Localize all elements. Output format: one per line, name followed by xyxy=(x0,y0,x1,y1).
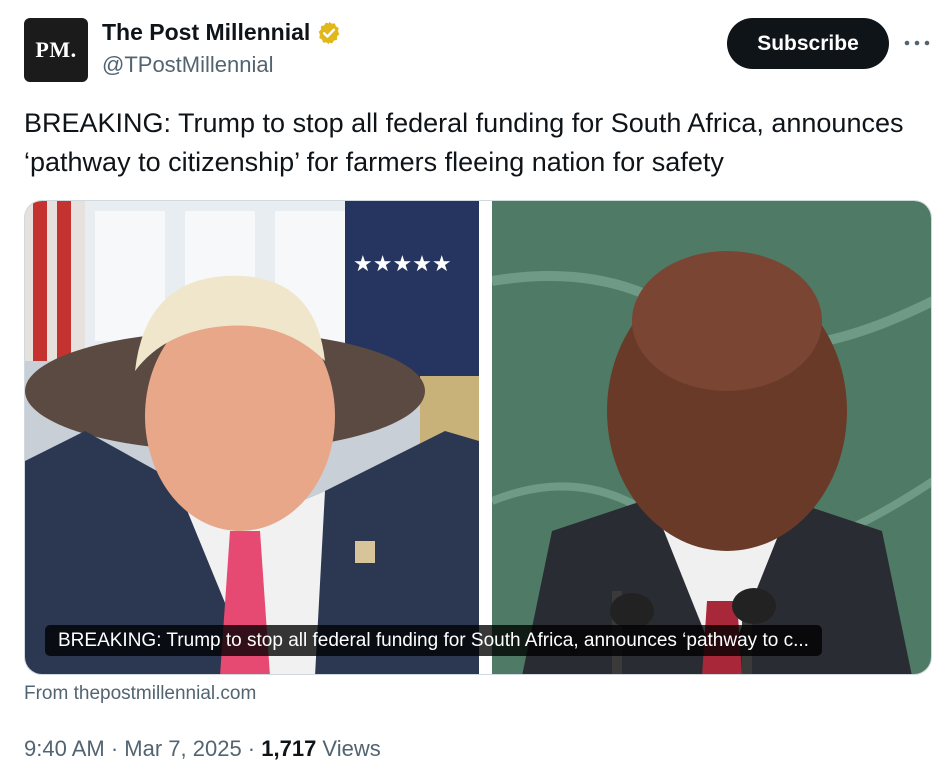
tweet-meta: 9:40 AM · Mar 7, 2025 · 1,717 Views xyxy=(24,736,381,762)
link-source[interactable]: From thepostmillennial.com xyxy=(24,683,256,705)
verified-badge-icon[interactable] xyxy=(316,20,342,46)
avatar-logo-text: PM. xyxy=(35,37,77,62)
display-name[interactable]: The Post Millennial xyxy=(102,19,310,46)
tweet-date[interactable]: Mar 7, 2025 xyxy=(124,736,241,761)
meta-separator: · xyxy=(104,736,125,761)
views-count[interactable]: 1,717 xyxy=(261,736,316,761)
link-card-media[interactable]: ★★★★★ BREAKING: Trump to stop all federa… xyxy=(24,200,932,675)
media-caption: BREAKING: Trump to stop all federal fund… xyxy=(45,625,822,656)
tweet-time[interactable]: 9:40 AM xyxy=(24,736,105,761)
avatar[interactable]: PM. xyxy=(24,18,88,82)
photo-trump-oval-office: ★★★★★ xyxy=(25,201,479,674)
more-horizontal-icon[interactable] xyxy=(900,28,934,58)
account-handle[interactable]: @TPostMillennial xyxy=(102,52,274,78)
subscribe-button[interactable]: Subscribe xyxy=(727,18,889,69)
photo-ramaphosa-podium xyxy=(492,201,931,674)
tweet-text: BREAKING: Trump to stop all federal fund… xyxy=(24,108,904,177)
name-row: The Post Millennial xyxy=(102,19,342,46)
meta-separator: · xyxy=(241,736,262,761)
tweet: PM. The Post Millennial @TPostMillennial… xyxy=(0,0,946,784)
views-label: Views xyxy=(316,736,381,761)
svg-text:★★★★★: ★★★★★ xyxy=(353,252,452,277)
